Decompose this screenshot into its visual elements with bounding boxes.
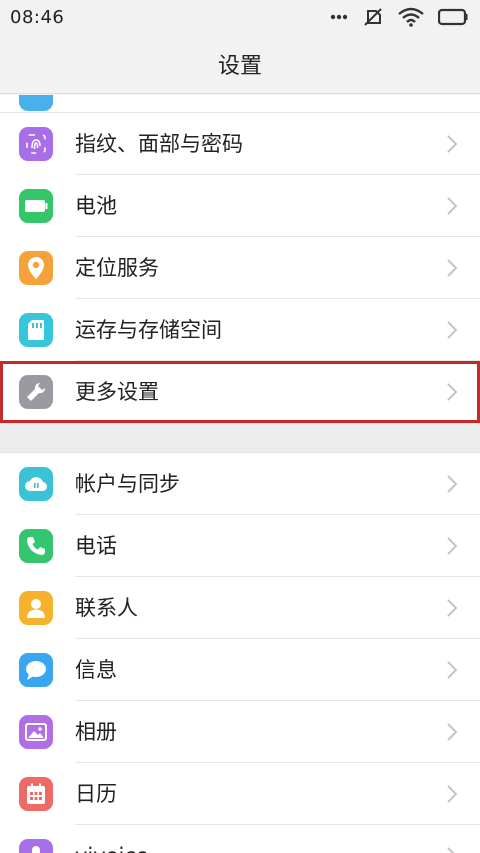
chevron-right-icon	[447, 475, 458, 493]
settings-item-contacts[interactable]: 联系人	[0, 577, 480, 639]
settings-group-1: 指纹、面部与密码 电池 定位服务 运存与存储空间 更多设置	[0, 95, 480, 423]
muted-vibrate-icon	[362, 7, 384, 27]
phone-icon	[19, 529, 53, 563]
chevron-right-icon	[447, 723, 458, 741]
settings-item-phone[interactable]: 电话	[0, 515, 480, 577]
status-bar: 08:46	[0, 0, 480, 34]
battery-status-icon	[438, 8, 468, 26]
page-title: 设置	[217, 53, 262, 79]
settings-item-label: 电池	[75, 194, 117, 218]
settings-screen: 08:46 设置 指纹、面部与密码 电池 定位服务 运存与存储空间 更多设置 帐…	[0, 0, 480, 853]
settings-item-accounts-sync[interactable]: 帐户与同步	[0, 453, 480, 515]
settings-item-label: 运存与存储空间	[75, 318, 222, 342]
microphone-icon	[19, 839, 53, 853]
wifi-icon	[398, 7, 424, 27]
calendar-icon	[19, 777, 53, 811]
settings-item-calendar[interactable]: 日历	[0, 763, 480, 825]
cloud-sync-icon	[19, 467, 53, 501]
settings-group-2: 帐户与同步 电话 联系人 信息 相册 日历	[0, 453, 480, 853]
list-item-partial[interactable]	[0, 95, 480, 113]
settings-item-label: vivoice	[75, 825, 149, 853]
chevron-right-icon	[447, 259, 458, 277]
chevron-right-icon	[447, 785, 458, 803]
settings-item-more-settings[interactable]: 更多设置	[0, 361, 480, 423]
chevron-right-icon	[447, 197, 458, 215]
settings-item-location[interactable]: 定位服务	[0, 237, 480, 299]
status-time: 08:46	[10, 6, 65, 28]
chevron-right-icon	[447, 383, 458, 401]
settings-item-battery[interactable]: 电池	[0, 175, 480, 237]
settings-list[interactable]: 指纹、面部与密码 电池 定位服务 运存与存储空间 更多设置 帐户与同步 电话 联…	[0, 95, 480, 853]
settings-item-label: 更多设置	[75, 380, 159, 404]
settings-item-label: 指纹、面部与密码	[75, 132, 243, 156]
settings-item-storage[interactable]: 运存与存储空间	[0, 299, 480, 361]
settings-item-messages[interactable]: 信息	[0, 639, 480, 701]
settings-item-label: 日历	[75, 782, 117, 806]
location-pin-icon	[19, 251, 53, 285]
settings-item-label: 电话	[75, 534, 117, 558]
settings-item-label: 帐户与同步	[75, 472, 180, 496]
message-bubble-icon	[19, 653, 53, 687]
chevron-right-icon	[447, 135, 458, 153]
settings-item-label: 信息	[75, 658, 117, 682]
battery-icon	[19, 189, 53, 223]
contact-person-icon	[19, 591, 53, 625]
settings-item-vivoice[interactable]: vivoice	[0, 825, 480, 853]
title-bar: 设置	[0, 34, 480, 94]
fingerprint-icon	[19, 127, 53, 161]
settings-item-label: 联系人	[75, 596, 138, 620]
sd-card-icon	[19, 313, 53, 347]
settings-item-label: 定位服务	[75, 256, 159, 280]
group-separator	[0, 423, 480, 453]
chevron-right-icon	[447, 847, 455, 853]
more-dots-icon	[330, 14, 348, 20]
chevron-right-icon	[447, 599, 458, 617]
settings-item-fingerprint[interactable]: 指纹、面部与密码	[0, 113, 480, 175]
partial-app-icon	[19, 95, 53, 111]
settings-item-album[interactable]: 相册	[0, 701, 480, 763]
settings-item-label: 相册	[75, 720, 117, 744]
status-icons	[330, 7, 468, 27]
chevron-right-icon	[447, 537, 458, 555]
photo-album-icon	[19, 715, 53, 749]
wrench-icon	[19, 375, 53, 409]
chevron-right-icon	[447, 661, 458, 679]
chevron-right-icon	[447, 321, 458, 339]
